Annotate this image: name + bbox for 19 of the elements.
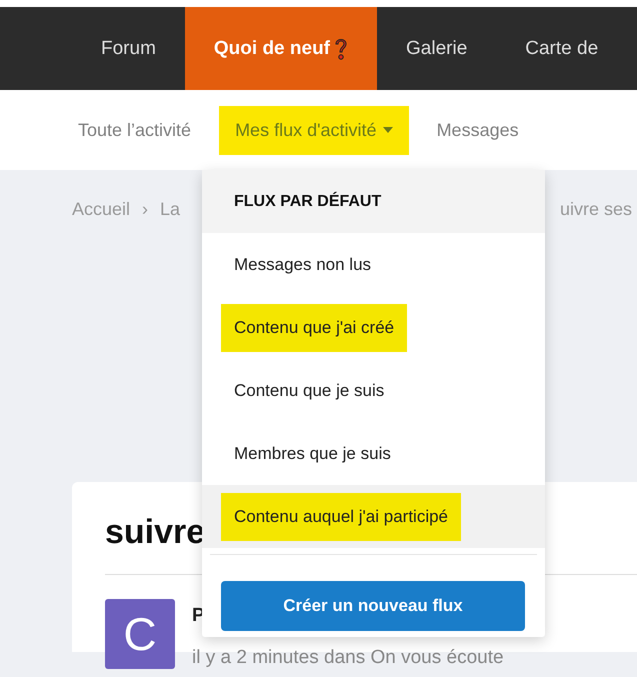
entry-meta: il y a 2 minutes dans On vous écoute bbox=[192, 647, 504, 669]
menu-item[interactable]: Contenu que j'ai créé bbox=[202, 296, 545, 359]
menu-header: FLUX PAR DÉFAUT bbox=[202, 170, 545, 233]
nav-tab[interactable]: Quoi de neuf bbox=[184, 7, 378, 90]
menu-item[interactable]: Messages non lus bbox=[202, 233, 545, 296]
subnav-link[interactable]: Mes flux d'activité bbox=[219, 106, 409, 154]
breadcrumb-current: uivre ses bbox=[560, 198, 633, 220]
question-mark-icon bbox=[334, 36, 348, 60]
nav-tab[interactable]: Galerie bbox=[377, 7, 496, 90]
nav-tab[interactable]: Forum bbox=[72, 7, 185, 90]
create-stream-button[interactable]: Créer un nouveau flux bbox=[221, 581, 525, 631]
subnav-link[interactable]: Messages bbox=[420, 106, 535, 154]
menu-item[interactable]: Contenu que je suis bbox=[202, 359, 545, 422]
subnav-link[interactable]: Toute l’activité bbox=[62, 106, 208, 154]
nav-tab[interactable]: Carte de bbox=[496, 7, 628, 90]
avatar: C bbox=[105, 599, 175, 669]
breadcrumb-separator: › bbox=[142, 198, 148, 220]
menu-item[interactable]: Membres que je suis bbox=[202, 422, 545, 485]
menu-item[interactable]: Contenu auquel j'ai participé bbox=[202, 485, 545, 548]
